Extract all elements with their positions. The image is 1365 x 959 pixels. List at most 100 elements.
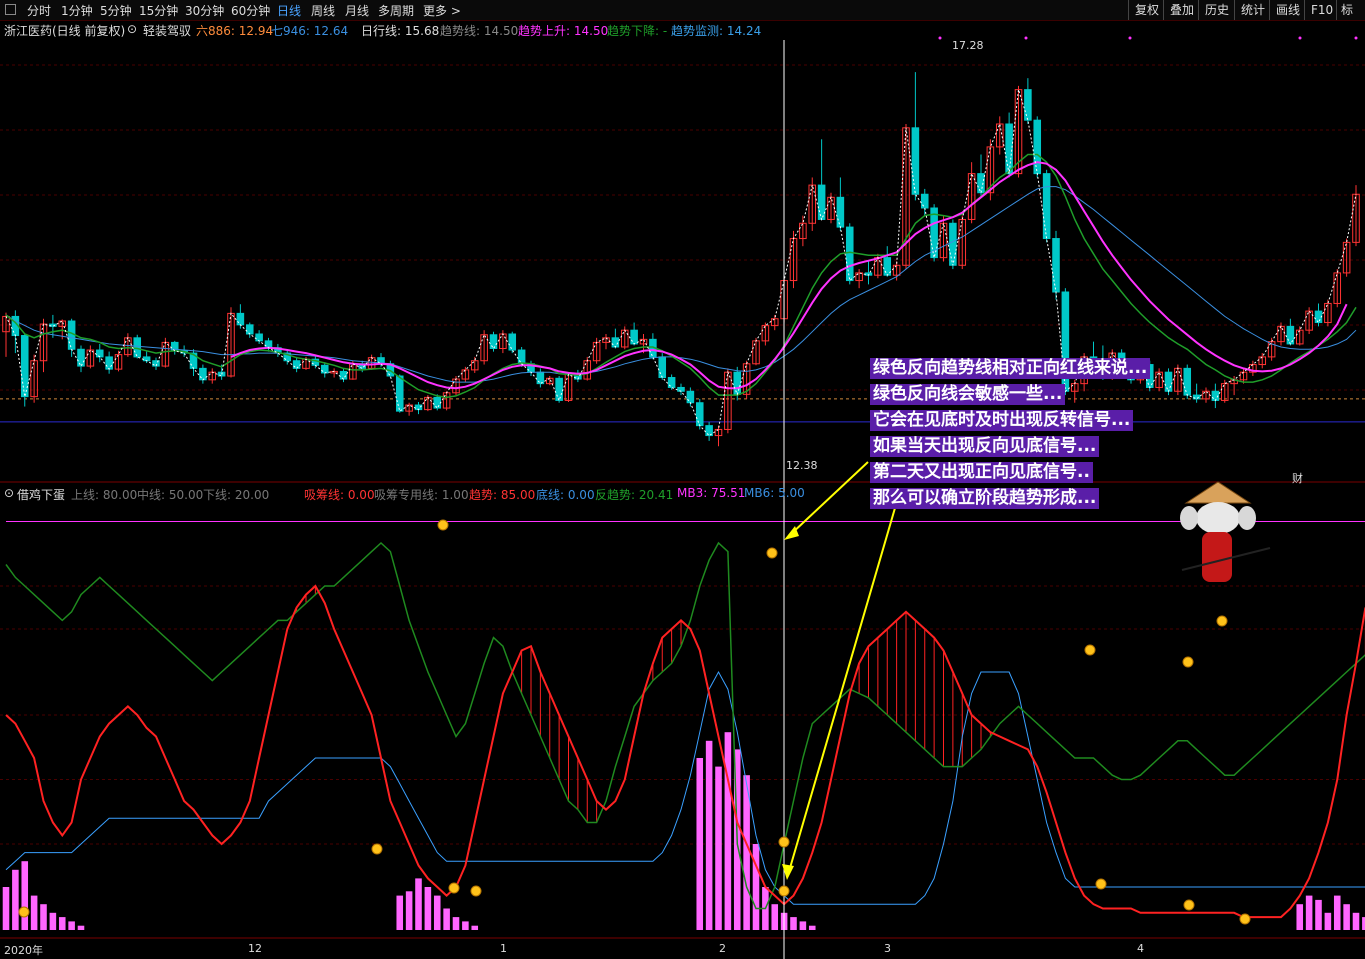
chip-bar [40, 904, 47, 930]
candle-body [611, 337, 620, 348]
signal-dot [1128, 36, 1132, 40]
sub-indicator-dropdown-icon[interactable]: ⊙ [4, 486, 14, 500]
candle-body [433, 396, 442, 409]
ma7-value: 七946: 12.64 [271, 24, 349, 38]
x-tick-label: 2020年 [4, 944, 43, 957]
mascot-hat [1184, 481, 1252, 504]
tab-15min[interactable]: 15分钟 [139, 2, 178, 19]
candle-body [1052, 238, 1060, 293]
tab-5min[interactable]: 5分钟 [100, 2, 132, 19]
chip-bar [58, 917, 66, 930]
chart-canvas [0, 36, 1365, 959]
candle-body [845, 226, 854, 282]
candle-body [395, 375, 404, 412]
tab-fenshi[interactable]: 分时 [27, 2, 51, 19]
coin-marker [1216, 615, 1228, 627]
ma-green-line [5, 153, 1357, 399]
x-tick-label: 1 [500, 942, 507, 955]
x-tick-label: 3 [884, 942, 891, 955]
chip-bar [1333, 895, 1341, 930]
tab-monthly[interactable]: 月线 [345, 2, 369, 19]
tab-1min[interactable]: 1分钟 [61, 2, 93, 19]
indicator-dropdown-icon[interactable]: ⊙ [127, 22, 137, 36]
ma-magenta-line [230, 161, 1348, 390]
tab-weekly[interactable]: 周线 [311, 2, 335, 19]
reverse-trend-value: 反趋势: 20.41 [595, 488, 674, 502]
tab-multi-period[interactable]: 多周期 [378, 2, 414, 19]
signal-dot [1354, 36, 1358, 40]
chip-bar [462, 921, 469, 930]
tab-60min[interactable]: 60分钟 [231, 2, 270, 19]
candle-body [339, 370, 348, 380]
chip-bar [705, 740, 713, 930]
stats-button[interactable]: 统计 [1234, 0, 1271, 20]
candle-body [77, 348, 85, 367]
chip-bar [21, 861, 29, 930]
annotation-line-6: 那么可以确立阶段趋势形成... [870, 488, 1100, 509]
candle-body [292, 360, 301, 369]
x-tick-label: 12 [248, 942, 262, 955]
bottom-line-value: 底线: 0.00 [536, 488, 595, 502]
annotation-line-1: 绿色反向趋势线相对正向红线来说... [870, 358, 1151, 379]
chip-bar [452, 917, 460, 930]
f10-button[interactable]: F10 [1304, 0, 1339, 20]
candle-body [236, 312, 245, 326]
chip-line-value: 吸筹线: 0.00 [304, 488, 375, 502]
chip-bar [30, 895, 38, 930]
chip-bar [715, 766, 722, 930]
annotation-line-2: 绿色反向线会敏感一些... [870, 384, 1066, 405]
draw-button[interactable]: 画线 [1269, 0, 1306, 20]
coin-marker [1084, 644, 1096, 656]
chip-bar [405, 891, 413, 930]
trend-line-value: 趋势线: 14.50 [440, 24, 519, 38]
chip-bar [77, 925, 85, 930]
indicator-name[interactable]: 轻装驾驭 [143, 22, 191, 39]
coin-marker [1239, 913, 1251, 925]
candle-body [105, 356, 113, 370]
chip-bar [471, 925, 479, 930]
coin-marker [470, 885, 482, 897]
chip-bar [724, 732, 732, 930]
chip-special-value: 吸筹专用线: 1.00 [374, 488, 469, 502]
chip-bar [1296, 904, 1304, 930]
candle-body [836, 196, 845, 228]
overlay-button[interactable]: 叠加 [1163, 0, 1200, 20]
upper-line-value: 上线: 80.00 [71, 488, 138, 502]
history-button[interactable]: 历史 [1198, 0, 1235, 20]
tab-30min[interactable]: 30分钟 [185, 2, 224, 19]
cai-badge[interactable]: 财 [1292, 470, 1303, 486]
ma6-value: 六886: 12.94 [196, 24, 274, 38]
chip-bar [771, 904, 779, 930]
mark-button[interactable]: 标记 [1336, 0, 1365, 20]
chip-bar [415, 878, 422, 930]
expand-icon[interactable] [5, 4, 16, 15]
candle-body [508, 333, 517, 351]
chip-bar [1352, 912, 1360, 930]
sub-indicator-name[interactable]: 借鸡下蛋 [17, 486, 65, 503]
trend-sub-value: 趋势: 85.00 [469, 488, 536, 502]
coin-marker [1183, 899, 1195, 911]
candle-body [733, 371, 742, 395]
period-toolbar: 分时 1分钟 5分钟 15分钟 30分钟 60分钟 日线 周线 月线 多周期 更… [0, 0, 1365, 21]
mascot-ear [1180, 506, 1198, 530]
coin-marker [778, 836, 790, 848]
candle-body [1183, 367, 1192, 396]
chip-bar [799, 921, 807, 930]
coin-marker [1095, 878, 1107, 890]
signal-dot [1298, 36, 1302, 40]
candle-body [630, 329, 638, 345]
mascot-ear [1238, 506, 1256, 530]
tab-more[interactable]: 更多 > [423, 2, 461, 19]
mb3-value: MB3: 75.51 [677, 486, 746, 500]
reverse-trend-line [5, 541, 1365, 910]
low-price-label: 12.38 [786, 459, 818, 472]
coin-marker [18, 906, 30, 918]
chip-bar [1305, 895, 1313, 930]
high-price-label: 17.28 [952, 39, 984, 52]
annotation-arrow [789, 507, 896, 869]
fq-button[interactable]: 复权 [1128, 0, 1165, 20]
candle-body [817, 184, 826, 220]
candle-body [658, 356, 667, 379]
candle-body [245, 324, 254, 335]
tab-daily[interactable]: 日线 [277, 2, 301, 19]
